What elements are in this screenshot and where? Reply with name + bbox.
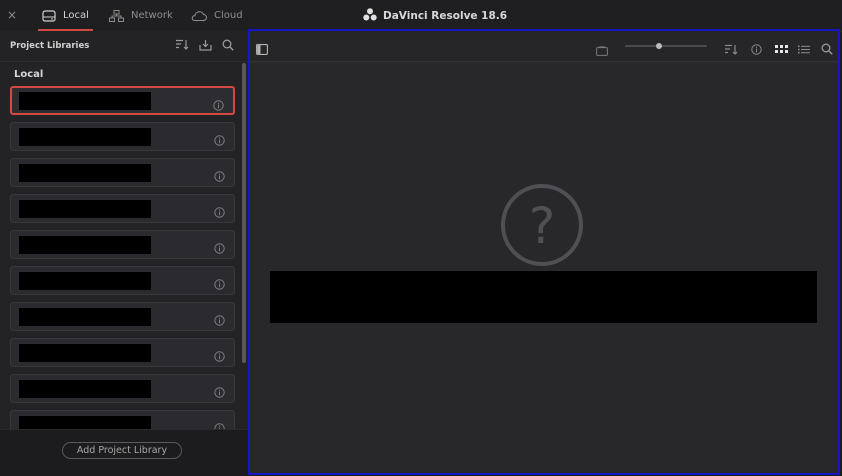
- info-icon[interactable]: [214, 311, 225, 330]
- grid-view-icon[interactable]: [775, 40, 788, 59]
- library-item[interactable]: [10, 266, 235, 295]
- zoom-slider-knob[interactable]: [656, 43, 662, 49]
- question-mark-icon: ?: [529, 197, 556, 255]
- tab-cloud[interactable]: Cloud: [191, 0, 243, 31]
- library-list-scrollbar[interactable]: [242, 63, 246, 363]
- library-item[interactable]: [10, 158, 235, 187]
- library-item[interactable]: [10, 374, 235, 403]
- library-name-redacted: [19, 128, 151, 146]
- library-name-redacted: [19, 92, 151, 110]
- zoom-slider[interactable]: [625, 43, 707, 49]
- info-icon[interactable]: [213, 96, 224, 115]
- library-name-redacted: [19, 164, 151, 182]
- library-name-redacted: [19, 380, 151, 398]
- davinci-logo-icon: [363, 7, 377, 24]
- tab-network[interactable]: Network: [109, 0, 173, 31]
- section-label-local: Local: [14, 69, 44, 80]
- sort-icon[interactable]: [175, 39, 189, 51]
- import-icon[interactable]: [199, 39, 212, 51]
- project-libraries-panel: Project Libraries Local Add Project Libr…: [0, 31, 248, 476]
- info-icon[interactable]: [214, 203, 225, 222]
- library-item[interactable]: [10, 194, 235, 223]
- app-title-text: DaVinci Resolve 18.6: [383, 9, 508, 22]
- library-item-selected[interactable]: [10, 86, 235, 115]
- empty-state-icon: ?: [500, 183, 584, 271]
- library-name-redacted: [19, 308, 151, 326]
- project-libraries-header: Project Libraries: [0, 31, 248, 62]
- info-icon[interactable]: [214, 347, 225, 366]
- network-icon: [109, 9, 124, 22]
- tab-label: Local: [63, 10, 89, 21]
- empty-state-message-redacted: [270, 271, 817, 323]
- tab-label: Cloud: [214, 10, 243, 21]
- sidebar-toggle-icon[interactable]: [256, 40, 268, 59]
- search-icon[interactable]: [821, 40, 833, 59]
- tab-local[interactable]: Local: [38, 0, 93, 31]
- app-title: DaVinci Resolve 18.6: [363, 0, 507, 31]
- cloud-icon: [191, 10, 207, 21]
- library-list: [10, 86, 238, 437]
- library-name-redacted: [19, 344, 151, 362]
- browser-toolbar: [250, 31, 838, 62]
- search-icon[interactable]: [222, 39, 234, 51]
- title-bar: × Local Network Cloud DaVinci Resolve 18…: [0, 0, 842, 32]
- tab-label: Network: [131, 10, 173, 21]
- library-item[interactable]: [10, 338, 235, 367]
- drive-icon: [42, 9, 56, 22]
- list-view-icon[interactable]: [798, 40, 810, 59]
- thumbnail-size-icon: [596, 41, 608, 60]
- info-icon[interactable]: [214, 239, 225, 258]
- library-item[interactable]: [10, 122, 235, 151]
- info-icon[interactable]: [214, 131, 225, 150]
- info-icon[interactable]: [214, 383, 225, 402]
- projects-browser-panel: ?: [248, 29, 840, 475]
- add-project-library-button[interactable]: Add Project Library: [62, 442, 182, 459]
- close-icon[interactable]: ×: [7, 8, 17, 22]
- panel-title: Project Libraries: [10, 41, 90, 51]
- library-item[interactable]: [10, 302, 235, 331]
- sort-icon[interactable]: [724, 40, 738, 59]
- library-name-redacted: [19, 200, 151, 218]
- info-icon[interactable]: [751, 40, 762, 59]
- library-item[interactable]: [10, 230, 235, 259]
- library-name-redacted: [19, 236, 151, 254]
- info-icon[interactable]: [214, 275, 225, 294]
- info-icon[interactable]: [214, 167, 225, 186]
- left-panel-footer: Add Project Library: [0, 429, 248, 476]
- library-name-redacted: [19, 272, 151, 290]
